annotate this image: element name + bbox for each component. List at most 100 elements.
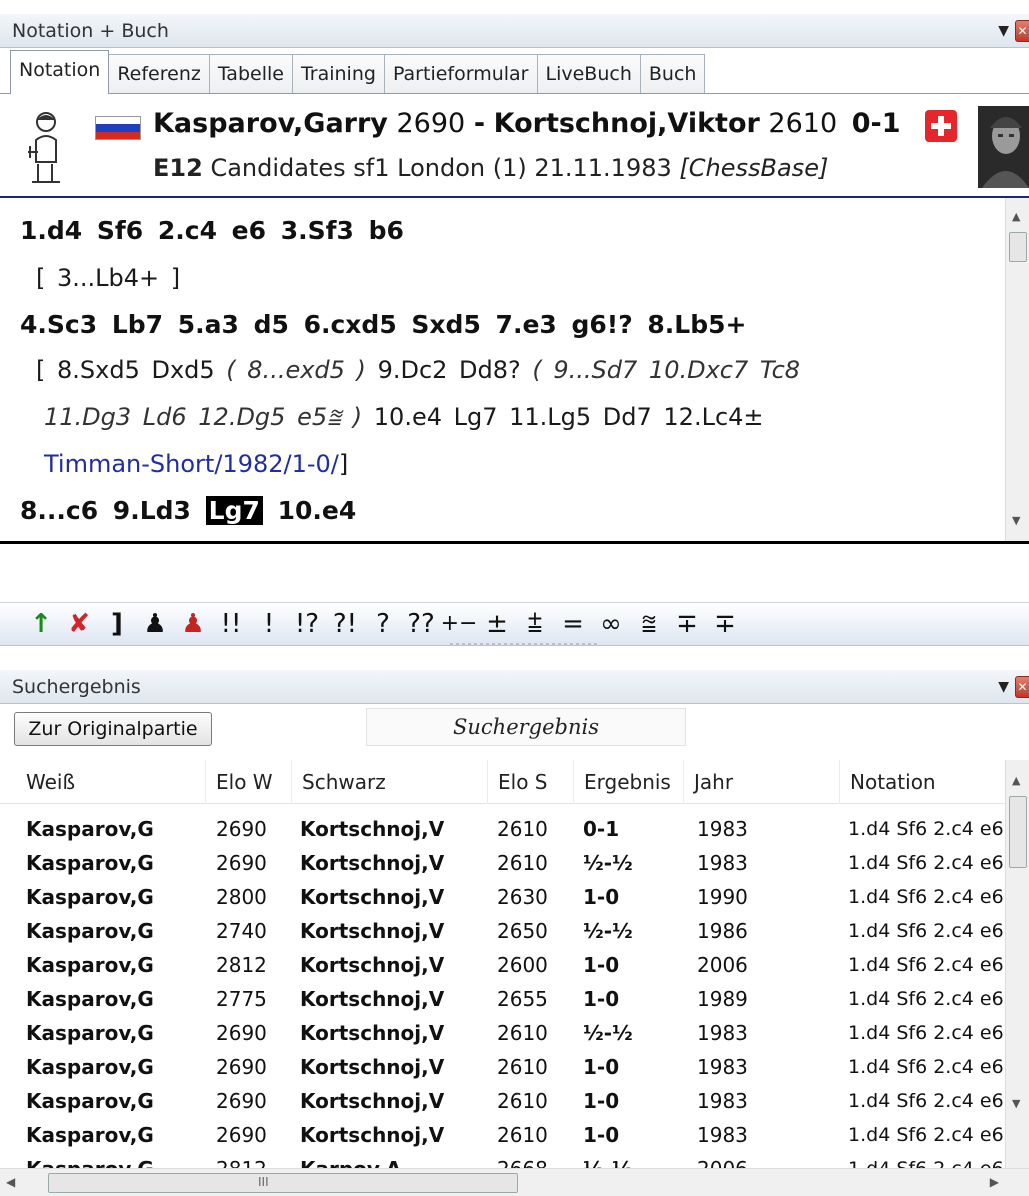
table-row[interactable]: Kasparov,G 2690 Kortschnoj,V 2610 ½-½ 1983 1.d… bbox=[0, 1016, 1005, 1050]
annotation-good[interactable]: ! bbox=[250, 611, 288, 637]
notation-scrollbar[interactable]: ▲ ▼ bbox=[1005, 198, 1029, 541]
cell-white: Kasparov,G bbox=[26, 817, 154, 841]
variation-moves[interactable]: 10.e4 Lg7 11.Lg5 Dd7 12.Lc4± bbox=[374, 403, 764, 431]
scroll-thumb[interactable] bbox=[1009, 232, 1027, 262]
scroll-down-icon[interactable]: ▼ bbox=[1012, 514, 1020, 527]
cut-variation-icon[interactable]: ] bbox=[98, 611, 136, 637]
variation-1[interactable]: [ 3...Lb4+ ] bbox=[36, 264, 180, 292]
variation-moves[interactable]: 9.Dc2 Dd8? bbox=[378, 356, 521, 384]
eval-black-better[interactable]: ∓ bbox=[706, 611, 744, 637]
table-row[interactable]: Kasparov,G 2690 Kortschnoj,V 2610 1-0 1983 1.d… bbox=[0, 1050, 1005, 1084]
cell-result: ½-½ bbox=[583, 1021, 633, 1045]
eval-equal[interactable]: = bbox=[554, 611, 592, 637]
column-header-elo-s[interactable]: Elo S bbox=[488, 760, 574, 804]
current-move-highlight[interactable]: Lg7 bbox=[205, 496, 263, 525]
eval-black-slightly-better[interactable]: ∓ bbox=[668, 611, 706, 637]
tab-tabelle[interactable]: Tabelle bbox=[208, 54, 293, 94]
black-player-portrait bbox=[978, 106, 1029, 188]
annotation-mistake[interactable]: ? bbox=[364, 611, 402, 637]
table-row[interactable]: Kasparov,G 2775 Kortschnoj,V 2655 1-0 1989 1.d… bbox=[0, 982, 1005, 1016]
column-header-elo-w[interactable]: Elo W bbox=[206, 760, 292, 804]
scroll-up-icon[interactable]: ▲ bbox=[1012, 210, 1020, 223]
scroll-thumb[interactable] bbox=[48, 1173, 518, 1193]
annotation-dubious[interactable]: ?! bbox=[326, 611, 364, 637]
tab-partieformular[interactable]: Partieformular bbox=[383, 54, 538, 94]
table-vertical-scrollbar[interactable]: ▲ ▼ bbox=[1005, 760, 1029, 1170]
column-header-white[interactable]: Weiß bbox=[16, 760, 206, 804]
variation-2-line-a[interactable]: [ 8.Sxd5 Dxd5 ( 8...exd5 ) 9.Dc2 Dd8? ( … bbox=[36, 356, 800, 384]
search-results-table: Weiß Elo W Schwarz Elo S Ergebnis Jahr N… bbox=[0, 760, 1005, 1170]
mainline-moves[interactable]: 8...c6 9.Ld3 bbox=[20, 496, 191, 525]
pane-menu-dropdown-icon[interactable]: ▼ bbox=[998, 23, 1009, 39]
cell-black: Kortschnoj,V bbox=[300, 1021, 445, 1045]
cell-year: 1983 bbox=[697, 817, 748, 841]
mainline-moves-1[interactable]: 1.d4 Sf6 2.c4 e6 3.Sf3 b6 bbox=[20, 216, 404, 245]
close-icon[interactable]: ✕ bbox=[1015, 20, 1029, 42]
eval-white-better[interactable]: ± bbox=[478, 611, 516, 637]
eval-unclear[interactable]: ∞ bbox=[592, 611, 630, 637]
cell-white: Kasparov,G bbox=[26, 919, 154, 943]
scroll-thumb[interactable] bbox=[1009, 796, 1027, 868]
table-row[interactable]: Kasparov,G 2690 Kortschnoj,V 2610 0-1 1983 1.d… bbox=[0, 812, 1005, 846]
scroll-up-icon[interactable]: ▲ bbox=[1012, 774, 1020, 787]
column-header-black[interactable]: Schwarz bbox=[292, 760, 488, 804]
variation-moves[interactable]: [ 8.Sxd5 Dxd5 bbox=[36, 356, 215, 384]
tab-livebuch[interactable]: LiveBuch bbox=[536, 54, 641, 94]
column-header-notation[interactable]: Notation bbox=[840, 760, 1005, 804]
scroll-right-icon[interactable]: ▶ bbox=[990, 1175, 999, 1189]
delete-variation-icon[interactable]: ✘ bbox=[60, 611, 98, 637]
tab-buch[interactable]: Buch bbox=[639, 54, 706, 94]
cell-white: Kasparov,G bbox=[26, 1021, 154, 1045]
annotation-toolbar: ↑ ✘ ] ♟ ♟ !! ! !? ?! ? ?? +− ± ⩲ = ∞ ⩰ ∓… bbox=[0, 602, 1029, 646]
cell-white: Kasparov,G bbox=[26, 1123, 154, 1147]
game-players-line: Kasparov,Garry 2690 - Kortschnoj,Viktor … bbox=[153, 108, 901, 139]
splitter-grip[interactable] bbox=[450, 643, 600, 645]
table-row[interactable]: Kasparov,G 2800 Kortschnoj,V 2630 1-0 1990 1.d… bbox=[0, 880, 1005, 914]
column-header-result[interactable]: Ergebnis bbox=[574, 760, 684, 804]
table-row[interactable]: Kasparov,G 2690 Kortschnoj,V 2610 1-0 1983 1.d… bbox=[0, 1084, 1005, 1118]
scroll-grip-icon: III bbox=[258, 1175, 269, 1189]
table-row[interactable]: Kasparov,G 2740 Kortschnoj,V 2650 ½-½ 1986 1.d… bbox=[0, 914, 1005, 948]
eval-white-winning[interactable]: +− bbox=[440, 613, 478, 635]
annotation-brilliant[interactable]: !! bbox=[212, 611, 250, 637]
tab-notation[interactable]: Notation bbox=[10, 50, 110, 94]
eval-compensation[interactable]: ⩰ bbox=[630, 611, 668, 637]
cell-elo-w: 2740 bbox=[216, 919, 267, 943]
eval-white-slightly-better[interactable]: ⩲ bbox=[516, 611, 554, 637]
black-player-name[interactable]: Kortschnoj,Viktor bbox=[494, 108, 760, 139]
close-icon[interactable]: ✕ bbox=[1015, 676, 1029, 698]
promote-variation-icon[interactable]: ↑ bbox=[22, 611, 60, 637]
notation-tabs: Notation Referenz Tabelle Training Parti… bbox=[10, 50, 706, 94]
table-row[interactable]: Kasparov,G 2812 Kortschnoj,V 2600 1-0 2006 1.d… bbox=[0, 948, 1005, 982]
mainline-moves[interactable]: 10.e4 bbox=[278, 496, 357, 525]
game-reference-link[interactable]: Timman-Short/1982/1-0/ bbox=[44, 450, 339, 478]
cell-notation: 1.d4 Sf6 2.c4 e6 bbox=[848, 1124, 1004, 1146]
column-header-year[interactable]: Jahr bbox=[684, 760, 840, 804]
table-row[interactable]: Kasparov,G 2690 Kortschnoj,V 2610 1-0 1983 1.d… bbox=[0, 1118, 1005, 1152]
white-player-name[interactable]: Kasparov,Garry bbox=[153, 108, 388, 139]
tab-referenz[interactable]: Referenz bbox=[108, 54, 210, 94]
tab-training[interactable]: Training bbox=[291, 54, 385, 94]
to-original-game-button[interactable]: Zur Originalpartie bbox=[14, 712, 212, 746]
pane-menu-dropdown-icon[interactable]: ▼ bbox=[998, 679, 1009, 695]
mainline-moves-2[interactable]: 4.Sc3 Lb7 5.a3 d5 6.cxd5 Sxd5 7.e3 g6!? … bbox=[20, 310, 746, 339]
notation-view[interactable]: 1.d4 Sf6 2.c4 e6 3.Sf3 b6 [ 3...Lb4+ ] 4… bbox=[0, 198, 1005, 541]
variation-2-line-c[interactable]: Timman-Short/1982/1-0/] bbox=[44, 450, 348, 478]
table-horizontal-scrollbar[interactable]: ◀ III ▶ bbox=[0, 1168, 1029, 1196]
table-row[interactable]: Kasparov,G 2690 Kortschnoj,V 2610 ½-½ 1983 1.d… bbox=[0, 846, 1005, 880]
subvariation-moves[interactable]: ( 9...Sd7 10.Dxc7 Tc8 bbox=[532, 356, 800, 384]
red-piece-icon[interactable]: ♟ bbox=[174, 611, 212, 637]
cell-elo-w: 2690 bbox=[216, 851, 267, 875]
cell-white: Kasparov,G bbox=[26, 1055, 154, 1079]
scroll-down-icon[interactable]: ▼ bbox=[1012, 1097, 1020, 1110]
annotation-blunder[interactable]: ?? bbox=[402, 611, 440, 637]
subvariation-moves[interactable]: 11.Dg3 Ld6 12.Dg5 e5⩰ ) bbox=[44, 403, 362, 431]
annotation-interesting[interactable]: !? bbox=[288, 611, 326, 637]
cell-result: 1-0 bbox=[583, 953, 620, 977]
mainline-moves-3[interactable]: 8...c6 9.Ld3 Lg7 10.e4 bbox=[20, 496, 356, 525]
cell-black: Kortschnoj,V bbox=[300, 1055, 445, 1079]
scroll-left-icon[interactable]: ◀ bbox=[6, 1175, 15, 1189]
white-piece-icon[interactable]: ♟ bbox=[136, 611, 174, 637]
variation-2-line-b[interactable]: 11.Dg3 Ld6 12.Dg5 e5⩰ ) 10.e4 Lg7 11.Lg5… bbox=[44, 403, 764, 431]
subvariation-moves[interactable]: ( 8...exd5 ) bbox=[226, 356, 366, 384]
